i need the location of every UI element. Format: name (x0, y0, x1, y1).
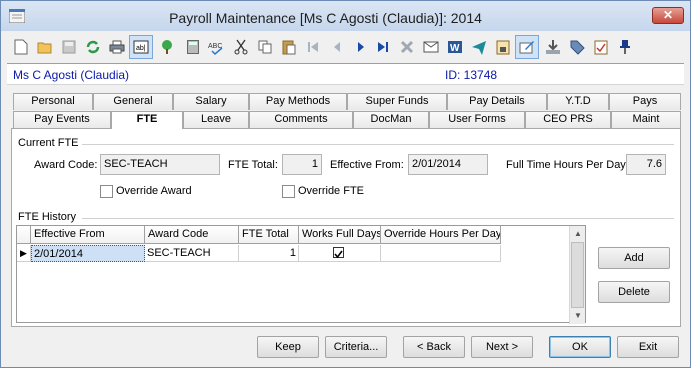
window-title: Payroll Maintenance [Ms C Agosti (Claudi… (169, 10, 482, 26)
tab-pays[interactable]: Pays (609, 93, 681, 110)
send-icon[interactable] (467, 35, 491, 59)
title-bar: Payroll Maintenance [Ms C Agosti (Claudi… (1, 1, 690, 31)
current-fte-divider (82, 144, 674, 145)
effective-from-field[interactable]: 2/01/2014 (408, 154, 488, 175)
fte-tab-panel: Current FTE Award Code: SEC-TEACH FTE To… (11, 128, 681, 327)
column-header-override-hours-per-day[interactable]: Override Hours Per Day (381, 226, 501, 244)
grid-vertical-scrollbar[interactable]: ▲ ▼ (569, 226, 585, 324)
word-icon[interactable]: W (443, 35, 467, 59)
last-record-icon[interactable] (371, 35, 395, 59)
override-fte-label: Override FTE (298, 185, 365, 197)
pin-icon[interactable] (613, 35, 637, 59)
tab-user-forms[interactable]: User Forms (429, 111, 525, 128)
tab-pay-details[interactable]: Pay Details (447, 93, 547, 110)
employee-name: Ms C Agosti (Claudia) (13, 68, 130, 82)
next-record-icon[interactable] (349, 35, 373, 59)
svg-text:ab|: ab| (136, 45, 146, 52)
tab-fte[interactable]: FTE (111, 111, 183, 129)
fte-total-field[interactable]: 1 (282, 154, 322, 175)
new-icon[interactable] (9, 35, 33, 59)
add-button[interactable]: Add (598, 247, 670, 269)
override-award-label: Override Award (116, 185, 192, 197)
tab-super-funds[interactable]: Super Funds (347, 93, 447, 110)
tab-general[interactable]: General (93, 93, 173, 110)
tree-icon[interactable] (155, 35, 179, 59)
full-time-hours-field[interactable]: 7.6 (626, 154, 666, 175)
tab-ytd[interactable]: Y.T.D (547, 93, 609, 110)
payroll-maintenance-window: Payroll Maintenance [Ms C Agosti (Claudi… (0, 0, 691, 368)
table-cell-override-hours-per-day[interactable] (381, 245, 501, 262)
email-icon[interactable] (419, 35, 443, 59)
exit-button[interactable]: Exit (617, 336, 679, 358)
svg-text:W: W (450, 43, 460, 54)
table-cell-fte-total[interactable]: 1 (239, 245, 299, 262)
tab-personal[interactable]: Personal (13, 93, 93, 110)
award-code-label: Award Code: (34, 159, 98, 171)
column-header-effective-from[interactable]: Effective From (31, 226, 145, 244)
scroll-down-icon[interactable]: ▼ (570, 308, 586, 324)
row-indicator-icon: ▶ (17, 245, 31, 262)
override-fte-checkbox[interactable] (282, 185, 295, 198)
next-button[interactable]: Next > (471, 336, 533, 358)
table-cell-effective-from[interactable]: 2/01/2014 (31, 245, 145, 262)
ok-button[interactable]: OK (549, 336, 611, 358)
toolbar: ab| ABC W (7, 33, 684, 61)
delete-icon[interactable] (395, 35, 419, 59)
edit-notes-icon[interactable] (515, 35, 539, 59)
spell-check-icon[interactable]: ABC (205, 35, 229, 59)
copy-icon[interactable] (253, 35, 277, 59)
tab-comments[interactable]: Comments (249, 111, 353, 128)
calculator-icon[interactable] (181, 35, 205, 59)
clipboard-lock-icon[interactable] (491, 35, 515, 59)
tag-icon[interactable] (565, 35, 589, 59)
tab-pay-events[interactable]: Pay Events (13, 111, 111, 128)
print-icon[interactable] (105, 35, 129, 59)
fte-history-group-label: FTE History (18, 211, 77, 223)
scroll-up-icon[interactable]: ▲ (570, 226, 586, 242)
table-cell-works-full-days[interactable] (299, 245, 381, 262)
download-icon[interactable] (541, 35, 565, 59)
effective-from-label: Effective From: (330, 159, 404, 171)
paste-icon[interactable] (277, 35, 301, 59)
column-header-works-full-days[interactable]: Works Full Days (299, 226, 381, 244)
employee-id: ID: 13748 (445, 68, 498, 82)
fte-total-label: FTE Total: (228, 159, 278, 171)
current-fte-group-label: Current FTE (18, 137, 79, 149)
tab-leave[interactable]: Leave (183, 111, 249, 128)
award-code-field[interactable]: SEC-TEACH (100, 154, 220, 175)
first-record-icon[interactable] (301, 35, 325, 59)
open-icon[interactable] (33, 35, 57, 59)
text-field-icon[interactable]: ab| (129, 35, 153, 59)
previous-record-icon[interactable] (325, 35, 349, 59)
criteria-button[interactable]: Criteria... (325, 336, 387, 358)
fte-history-grid[interactable]: Effective From Award Code FTE Total Work… (16, 225, 586, 324)
works-full-days-checkbox[interactable] (333, 247, 344, 259)
tab-ceo-prs[interactable]: CEO PRS (525, 111, 611, 128)
scroll-thumb[interactable] (571, 242, 584, 308)
tab-maint[interactable]: Maint (611, 111, 681, 128)
back-button[interactable]: < Back (403, 336, 465, 358)
grid-corner (17, 226, 31, 244)
tab-salary[interactable]: Salary (173, 93, 249, 110)
column-header-award-code[interactable]: Award Code (145, 226, 239, 244)
cut-icon[interactable] (229, 35, 253, 59)
tab-docman[interactable]: DocMan (353, 111, 429, 128)
checklist-icon[interactable] (589, 35, 613, 59)
override-award-checkbox[interactable] (100, 185, 113, 198)
client-area: ab| ABC W Ms C Agosti (Claudia) ID: 1374… (7, 31, 684, 363)
table-cell-award-code[interactable]: SEC-TEACH (145, 245, 239, 262)
column-header-fte-total[interactable]: FTE Total (239, 226, 299, 244)
full-time-hours-label: Full Time Hours Per Day: (506, 159, 629, 171)
employee-header: Ms C Agosti (Claudia) ID: 13748 (7, 63, 684, 85)
delete-button[interactable]: Delete (598, 281, 670, 303)
close-button[interactable]: ✕ (652, 7, 684, 24)
keep-button[interactable]: Keep (257, 336, 319, 358)
save-icon[interactable] (57, 35, 81, 59)
refresh-icon[interactable] (81, 35, 105, 59)
check-icon (334, 250, 343, 259)
fte-history-divider (82, 218, 674, 219)
tab-pay-methods[interactable]: Pay Methods (249, 93, 347, 110)
